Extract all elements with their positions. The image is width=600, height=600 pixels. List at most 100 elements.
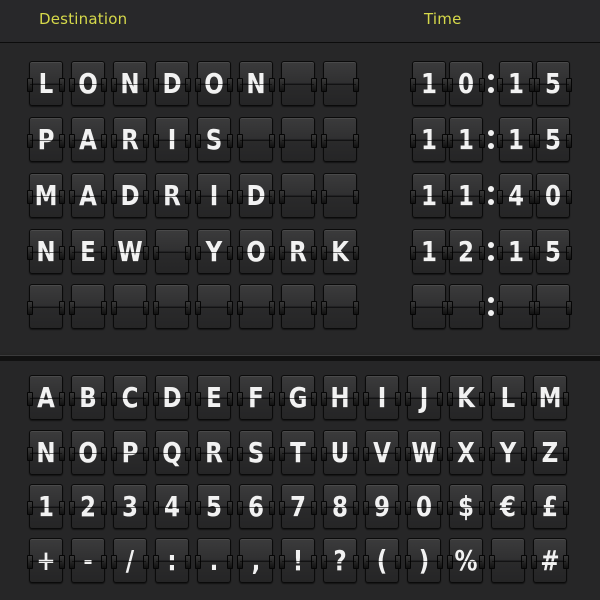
- charset-tile: O: [69, 430, 107, 475]
- charset-tile: H: [321, 375, 359, 420]
- destination-tile: D: [237, 173, 275, 218]
- charset-tile: V: [363, 430, 401, 475]
- tile-split-line: [30, 507, 62, 508]
- tile-split-line: [198, 507, 230, 508]
- tile-split-line: [72, 196, 104, 197]
- tile-split-line: [534, 398, 566, 399]
- tile-split-line: [450, 453, 482, 454]
- charset-tile: C: [111, 375, 149, 420]
- charset-tile: 5: [195, 484, 233, 529]
- tile-split-line: [408, 561, 440, 562]
- time-tile: 0: [534, 173, 572, 218]
- tile-split-line: [500, 140, 532, 141]
- time-colon: [487, 242, 495, 262]
- charset-tile: Q: [153, 430, 191, 475]
- tile-split-line: [156, 307, 188, 308]
- tile-split-line: [240, 561, 272, 562]
- tile-split-line: [408, 507, 440, 508]
- colon-dot: [488, 310, 494, 316]
- tile-split-line: [537, 84, 569, 85]
- tile-split-line: [114, 561, 146, 562]
- tile-split-line: [156, 140, 188, 141]
- tile-split-line: [30, 252, 62, 253]
- destination-tile: [237, 117, 275, 162]
- tile-split-line: [114, 140, 146, 141]
- tile-split-line: [534, 561, 566, 562]
- time-tile: [497, 284, 535, 329]
- time-colon: [487, 74, 495, 94]
- destination-tile: R: [153, 173, 191, 218]
- destination-tile: N: [237, 61, 275, 106]
- charset-tile: Z: [531, 430, 569, 475]
- charset-tile: .: [195, 538, 233, 583]
- time-tile: [410, 284, 448, 329]
- tile-split-line: [324, 453, 356, 454]
- tile-split-line: [30, 453, 62, 454]
- tile-split-line: [72, 453, 104, 454]
- tile-split-line: [492, 561, 524, 562]
- tile-split-line: [114, 307, 146, 308]
- time-tile: 5: [534, 117, 572, 162]
- tile-split-line: [198, 84, 230, 85]
- time-tile: [447, 284, 485, 329]
- tile-split-line: [537, 196, 569, 197]
- charset-tile: £: [531, 484, 569, 529]
- tile-split-line: [198, 140, 230, 141]
- tile-split-line: [492, 453, 524, 454]
- charset-tile: ): [405, 538, 443, 583]
- tile-split-line: [240, 196, 272, 197]
- charset-tile: D: [153, 375, 191, 420]
- tile-split-line: [413, 140, 445, 141]
- destination-tile: A: [69, 117, 107, 162]
- time-tile: 1: [497, 61, 535, 106]
- charset-tile: $: [447, 484, 485, 529]
- destination-tile: W: [111, 229, 149, 274]
- charset-tile: 7: [279, 484, 317, 529]
- charset-tile: ?: [321, 538, 359, 583]
- tile-split-line: [450, 140, 482, 141]
- tile-split-line: [324, 84, 356, 85]
- tile-split-line: [500, 307, 532, 308]
- time-tile: 1: [410, 61, 448, 106]
- colon-dot: [488, 143, 494, 149]
- time-tile: [534, 284, 572, 329]
- charset-tile: I: [363, 375, 401, 420]
- tile-split-line: [30, 398, 62, 399]
- charset-tile: F: [237, 375, 275, 420]
- tile-split-line: [240, 507, 272, 508]
- tile-split-line: [413, 84, 445, 85]
- tile-split-line: [30, 140, 62, 141]
- destination-tile: I: [195, 173, 233, 218]
- tile-split-line: [114, 84, 146, 85]
- charset-tile: #: [531, 538, 569, 583]
- destination-tile: [111, 284, 149, 329]
- charset-tile: 3: [111, 484, 149, 529]
- tile-split-line: [408, 398, 440, 399]
- tile-split-line: [366, 453, 398, 454]
- time-tile: 2: [447, 229, 485, 274]
- tile-split-line: [450, 507, 482, 508]
- charset-tile: B: [69, 375, 107, 420]
- tile-split-line: [500, 196, 532, 197]
- tile-split-line: [72, 307, 104, 308]
- charset-tile: K: [447, 375, 485, 420]
- charset-tile: Y: [489, 430, 527, 475]
- destination-tile: [195, 284, 233, 329]
- destination-tile: D: [111, 173, 149, 218]
- charset-tile: 0: [405, 484, 443, 529]
- tile-split-line: [156, 398, 188, 399]
- destination-tile: O: [237, 229, 275, 274]
- destination-tile: [321, 284, 359, 329]
- tile-split-line: [450, 561, 482, 562]
- tile-split-line: [30, 561, 62, 562]
- time-tile: 1: [497, 117, 535, 162]
- charset-tile: A: [27, 375, 65, 420]
- destination-tile: [237, 284, 275, 329]
- tile-split-line: [240, 140, 272, 141]
- tile-split-line: [450, 196, 482, 197]
- tile-split-line: [30, 196, 62, 197]
- tile-split-line: [240, 453, 272, 454]
- tile-split-line: [240, 398, 272, 399]
- tile-split-line: [324, 398, 356, 399]
- tile-split-line: [537, 252, 569, 253]
